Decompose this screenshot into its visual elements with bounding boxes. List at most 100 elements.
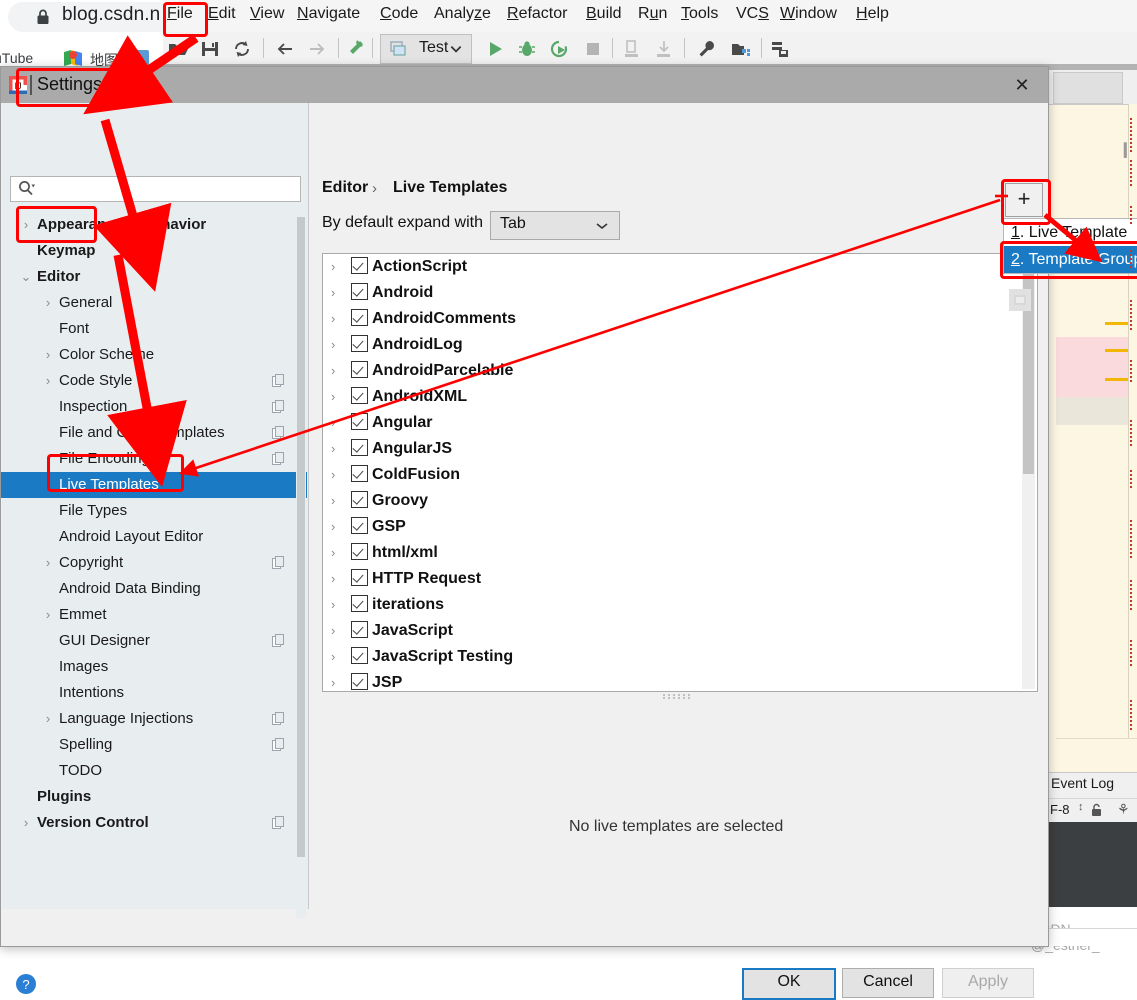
template-group-checkbox[interactable] bbox=[351, 491, 368, 508]
tree-expand-arrow[interactable]: › bbox=[41, 550, 55, 576]
tree-expand-arrow[interactable]: › bbox=[19, 810, 33, 836]
save-icon[interactable] bbox=[200, 39, 220, 59]
sidebar-item-font[interactable]: Font bbox=[1, 316, 307, 342]
menu-edit[interactable]: Edit bbox=[208, 5, 236, 23]
template-group-row[interactable]: › JavaScript Testing bbox=[323, 644, 1037, 670]
template-group-row[interactable]: › AngularJS bbox=[323, 436, 1037, 462]
copy-settings-icon[interactable] bbox=[272, 712, 285, 725]
sidebar-item-file-types[interactable]: File Types bbox=[1, 498, 307, 524]
menu-window[interactable]: Window bbox=[780, 5, 837, 23]
menu-code[interactable]: Code bbox=[380, 5, 418, 23]
sidebar-item-color-scheme[interactable]: › Color Scheme bbox=[1, 342, 307, 368]
chevron-down-icon[interactable] bbox=[449, 42, 463, 56]
close-icon[interactable]: ✕ bbox=[1007, 73, 1037, 97]
template-group-checkbox[interactable] bbox=[351, 543, 368, 560]
copy-settings-icon[interactable] bbox=[272, 738, 285, 751]
menu-help[interactable]: Help bbox=[856, 5, 889, 23]
breadcrumb-root[interactable]: Editor bbox=[322, 179, 368, 197]
build-hammer-icon[interactable] bbox=[347, 39, 367, 59]
expand-arrow-icon[interactable]: › bbox=[331, 358, 351, 384]
sidebar-item-spelling[interactable]: Spelling bbox=[1, 732, 307, 758]
tree-expand-arrow[interactable]: › bbox=[41, 342, 55, 368]
editor-tab[interactable] bbox=[1053, 72, 1123, 104]
expand-arrow-icon[interactable]: › bbox=[331, 644, 351, 670]
sidebar-item-android-data-binding[interactable]: Android Data Binding bbox=[1, 576, 307, 602]
expand-arrow-icon[interactable]: › bbox=[331, 462, 351, 488]
help-icon[interactable]: ? bbox=[15, 973, 37, 995]
template-group-checkbox[interactable] bbox=[351, 569, 368, 586]
debug-icon[interactable] bbox=[517, 39, 537, 59]
expand-arrow-icon[interactable]: › bbox=[331, 488, 351, 514]
template-group-row[interactable]: › iterations bbox=[323, 592, 1037, 618]
menu-item-1-live-template[interactable]: 1. Live Template bbox=[1004, 219, 1137, 246]
sidebar-item-gui-designer[interactable]: GUI Designer bbox=[1, 628, 307, 654]
expand-arrow-icon[interactable]: › bbox=[331, 254, 351, 280]
sidebar-item-intentions[interactable]: Intentions bbox=[1, 680, 307, 706]
menu-analyze[interactable]: Analyze bbox=[434, 5, 491, 23]
sidebar-item-code-style[interactable]: › Code Style bbox=[1, 368, 307, 394]
template-group-checkbox[interactable] bbox=[351, 361, 368, 378]
splitter-handle[interactable] bbox=[661, 693, 697, 699]
tree-expand-arrow[interactable]: › bbox=[19, 212, 33, 238]
settings-wrench-icon[interactable] bbox=[697, 39, 717, 59]
tree-expand-arrow[interactable]: › bbox=[41, 368, 55, 394]
copy-settings-icon[interactable] bbox=[272, 400, 285, 413]
copy-settings-icon[interactable] bbox=[272, 374, 285, 387]
menu-tools[interactable]: Tools bbox=[681, 5, 718, 23]
sidebar-item-emmet[interactable]: › Emmet bbox=[1, 602, 307, 628]
template-group-checkbox[interactable] bbox=[351, 335, 368, 352]
run-coverage-icon[interactable] bbox=[549, 39, 569, 59]
template-group-row[interactable]: › GSP bbox=[323, 514, 1037, 540]
sidebar-item-images[interactable]: Images bbox=[1, 654, 307, 680]
sidebar-item-keymap[interactable]: Keymap bbox=[1, 238, 307, 264]
template-group-row[interactable]: › Groovy bbox=[323, 488, 1037, 514]
menu-refactor[interactable]: Refactor bbox=[507, 5, 567, 23]
sidebar-item-editor[interactable]: ⌄ Editor bbox=[1, 264, 307, 290]
sidebar-item-version-control[interactable]: › Version Control bbox=[1, 810, 307, 836]
ok-button[interactable]: OK bbox=[742, 968, 836, 1000]
copy-settings-icon[interactable] bbox=[272, 556, 285, 569]
template-group-checkbox[interactable] bbox=[351, 673, 368, 690]
template-group-checkbox[interactable] bbox=[351, 595, 368, 612]
expand-arrow-icon[interactable]: › bbox=[331, 618, 351, 644]
project-structure-icon[interactable] bbox=[731, 39, 751, 59]
copy-settings-icon[interactable] bbox=[272, 452, 285, 465]
expand-arrow-icon[interactable]: › bbox=[331, 540, 351, 566]
back-arrow-icon[interactable] bbox=[275, 39, 295, 59]
cancel-button[interactable]: Cancel bbox=[842, 968, 934, 998]
sidebar-item-android-layout-editor[interactable]: Android Layout Editor bbox=[1, 524, 307, 550]
sync-icon[interactable] bbox=[232, 39, 252, 59]
template-group-checkbox[interactable] bbox=[351, 439, 368, 456]
sidebar-item-plugins[interactable]: Plugins bbox=[1, 784, 307, 810]
tree-expand-arrow[interactable]: ⌄ bbox=[19, 264, 33, 290]
menu-file[interactable]: File bbox=[167, 5, 193, 23]
template-group-row[interactable]: › html/xml bbox=[323, 540, 1037, 566]
expand-arrow-icon[interactable]: › bbox=[331, 280, 351, 306]
duplicate-icon[interactable] bbox=[1009, 289, 1031, 311]
copy-settings-icon[interactable] bbox=[272, 634, 285, 647]
template-group-row[interactable]: › JavaScript bbox=[323, 618, 1037, 644]
run-icon[interactable] bbox=[485, 39, 505, 59]
status-misc-icon[interactable]: ⚘ bbox=[1117, 801, 1130, 818]
expand-arrow-icon[interactable]: › bbox=[331, 306, 351, 332]
menu-navigate[interactable]: Navigate bbox=[297, 5, 360, 23]
expand-arrow-icon[interactable]: › bbox=[331, 332, 351, 358]
template-group-checkbox[interactable] bbox=[351, 309, 368, 326]
menu-item-2-template-group[interactable]: 2. Template Group bbox=[1004, 246, 1137, 273]
tree-expand-arrow[interactable]: › bbox=[41, 706, 55, 732]
menu-view[interactable]: View bbox=[250, 5, 284, 23]
template-group-checkbox[interactable] bbox=[351, 517, 368, 534]
sidebar-item-todo[interactable]: TODO bbox=[1, 758, 307, 784]
tree-expand-arrow[interactable]: › bbox=[41, 290, 55, 316]
template-group-row[interactable]: › HTTP Request bbox=[323, 566, 1037, 592]
bookmark-icon-blue[interactable] bbox=[133, 50, 149, 66]
sidebar-item-general[interactable]: › General bbox=[1, 290, 307, 316]
template-group-row[interactable]: › AndroidLog bbox=[323, 332, 1037, 358]
template-group-row[interactable]: › AndroidParcelable bbox=[323, 358, 1037, 384]
template-group-checkbox[interactable] bbox=[351, 283, 368, 300]
sidebar-item-language-injections[interactable]: › Language Injections bbox=[1, 706, 307, 732]
expand-arrow-icon[interactable]: › bbox=[331, 514, 351, 540]
sidebar-item-file-encodings[interactable]: File Encodings bbox=[1, 446, 307, 472]
template-group-row[interactable]: › ColdFusion bbox=[323, 462, 1037, 488]
template-group-checkbox[interactable] bbox=[351, 257, 368, 274]
